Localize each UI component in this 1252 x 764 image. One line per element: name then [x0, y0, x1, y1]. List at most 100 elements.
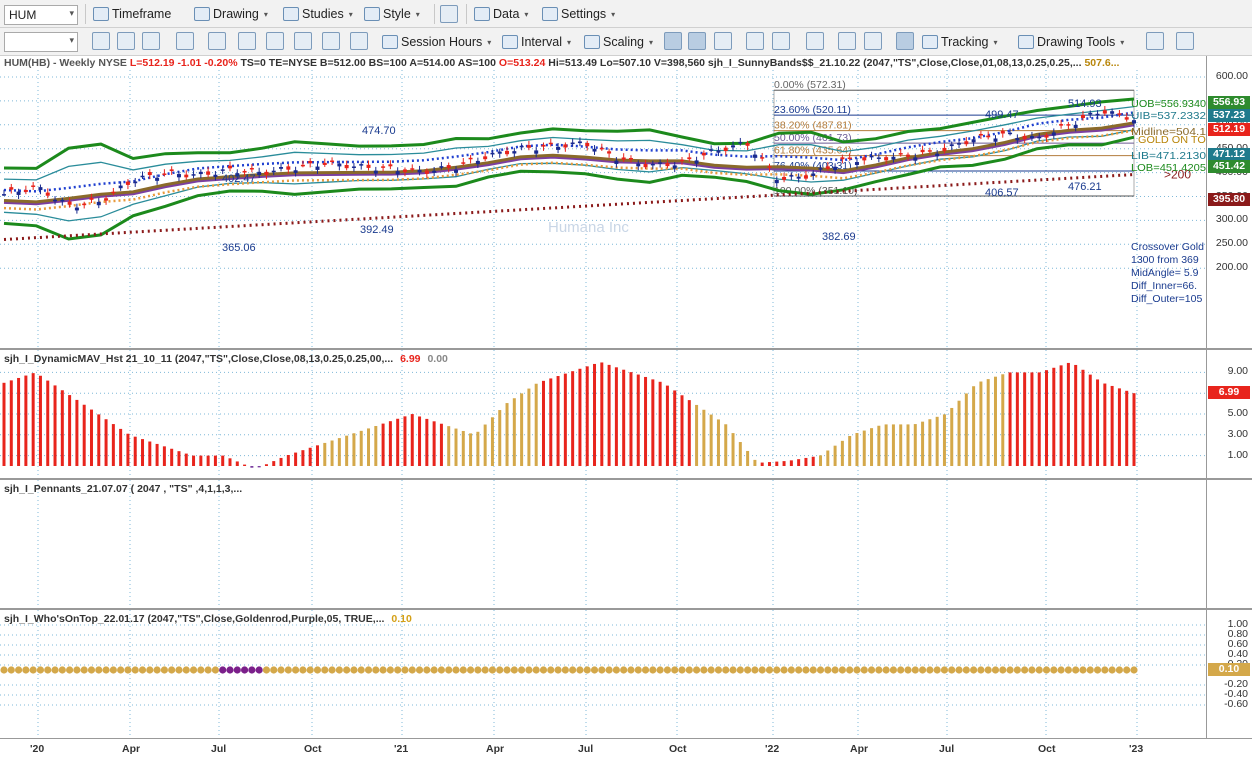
dmav-bar — [614, 367, 618, 466]
image-icon[interactable] — [238, 32, 256, 50]
price-axis[interactable]: 600.00550.00500.00450.00400.00350.00300.… — [1206, 56, 1252, 348]
dmav-bar — [855, 432, 859, 466]
wot-dot — [459, 666, 467, 674]
dmav-bar — [410, 414, 414, 466]
dmav-histogram[interactable] — [0, 350, 1206, 478]
wot-dot — [751, 666, 759, 674]
dmav-bar — [403, 416, 407, 466]
candle — [45, 192, 50, 196]
price-pane[interactable]: Humana Inc 0.00% (572.31) 23.60% (520.11) 3… — [0, 56, 1252, 348]
candle — [680, 159, 684, 162]
candlestick-icon[interactable] — [688, 32, 706, 50]
wot-dot — [313, 666, 322, 674]
wot-dot — [955, 666, 963, 674]
candle — [184, 174, 189, 178]
candle — [198, 171, 203, 175]
cursor-icon[interactable] — [208, 32, 226, 50]
dmav-bar — [848, 436, 852, 466]
drawing-tools-button[interactable]: Drawing Tools ▾ — [1018, 32, 1124, 52]
ohlc-icon[interactable] — [746, 32, 764, 50]
price-chart[interactable]: Humana Inc 0.00% (572.31) 23.60% (520.11) 3… — [0, 56, 1206, 348]
wot-dot — [824, 666, 832, 674]
line-icon[interactable] — [772, 32, 790, 50]
pennants-pane[interactable]: sjh_I_Pennants_21.07.07 ( 2047 , "TS" ,4… — [0, 480, 1252, 608]
wot-dot — [729, 666, 737, 674]
interval-button[interactable]: Interval ▾ — [502, 32, 571, 52]
wot-dot — [758, 666, 766, 674]
dmav-bar — [104, 419, 108, 466]
wot-dot — [175, 666, 183, 674]
trend-icon[interactable] — [1146, 32, 1164, 50]
dmav-axis[interactable]: 9.007.005.003.001.006.99 — [1206, 350, 1252, 478]
candle — [1008, 132, 1013, 135]
wot-dot — [350, 666, 358, 674]
dmav-bar — [1132, 393, 1136, 466]
grid-icon[interactable] — [142, 32, 160, 50]
zoom-icon[interactable] — [176, 32, 194, 50]
candle — [556, 146, 561, 150]
pennants-chart[interactable] — [0, 480, 1206, 608]
dmav-bar — [126, 433, 130, 466]
wot-chart[interactable] — [0, 610, 1206, 738]
dmav-bar — [483, 424, 487, 466]
dmav-bar — [884, 424, 888, 466]
data-button[interactable]: Data ▾ — [474, 4, 528, 24]
peak-label: 402.47 — [222, 173, 256, 185]
bar-chart-icon[interactable] — [664, 32, 682, 50]
secondary-symbol-input[interactable]: ▾ — [4, 32, 78, 52]
dmav-bar — [177, 451, 181, 466]
dmav-bar — [184, 453, 188, 466]
wot-pane[interactable]: sjh_I_Who'sOnTop_22.01.17 (2047,"TS",Clo… — [0, 610, 1252, 738]
scaling-button[interactable]: Scaling ▾ — [584, 32, 653, 52]
dmav-bar — [337, 438, 341, 466]
dmav-bar — [520, 393, 524, 466]
timeframe-button[interactable]: Timeframe — [93, 4, 171, 24]
zoom-in-icon[interactable] — [838, 32, 856, 50]
dmav-bar — [1037, 372, 1041, 466]
settings-small-icon[interactable] — [350, 32, 368, 50]
candle-hollow-icon[interactable] — [714, 32, 732, 50]
time-axis[interactable]: '20 Apr Jul Oct '21 Apr Jul Oct '22 Apr Jul Oct '23 — [0, 738, 1252, 764]
dmav-bar — [950, 407, 954, 466]
candle — [636, 163, 641, 167]
candle — [745, 142, 750, 146]
refresh-icon[interactable] — [92, 32, 110, 50]
symbol-input[interactable]: HUM ▾ — [4, 5, 78, 25]
style-button[interactable]: Style ▾ — [364, 4, 420, 24]
chevron-down-icon[interactable]: ▾ — [69, 8, 74, 19]
tracking-button[interactable]: Tracking ▾ — [922, 32, 997, 52]
wot-dot — [1086, 666, 1094, 674]
layout-icon[interactable] — [440, 5, 458, 23]
dmav-bar — [155, 443, 159, 466]
chart-edit-2-icon[interactable] — [294, 32, 312, 50]
candle — [1051, 132, 1056, 136]
settings-button[interactable]: Settings ▾ — [542, 4, 615, 24]
candle — [891, 156, 896, 160]
peak-label: 382.69 — [822, 231, 856, 243]
gauge-icon[interactable] — [1176, 32, 1194, 50]
wot-axis[interactable]: 1.000.800.600.400.20-0.20-0.40-0.600.10 — [1206, 610, 1252, 738]
studies-button[interactable]: Studies ▾ — [283, 4, 353, 24]
wot-dot — [29, 666, 37, 674]
dmav-bar — [192, 455, 196, 466]
chevron-down-icon[interactable]: ▾ — [69, 35, 74, 46]
wot-dot — [146, 666, 154, 674]
wot-dot — [1108, 666, 1116, 674]
separator — [466, 4, 467, 24]
dmav-pane[interactable]: sjh_I_DynamicMAV_Hst 21_10_11 (2047,"TS"… — [0, 350, 1252, 478]
wot-dot — [474, 666, 482, 674]
tools-icon[interactable] — [322, 32, 340, 50]
zoom-out-icon[interactable] — [864, 32, 882, 50]
candle — [2, 194, 6, 196]
wot-dot — [940, 666, 949, 674]
reload-icon[interactable] — [117, 32, 135, 50]
window-icon[interactable] — [806, 32, 824, 50]
drawing-button[interactable]: Drawing ▾ — [194, 4, 268, 24]
candle — [913, 157, 918, 161]
wot-dot — [394, 666, 402, 674]
chart-edit-icon[interactable] — [266, 32, 284, 50]
pennants-axis[interactable] — [1206, 480, 1252, 608]
session-hours-button[interactable]: Session Hours ▾ — [382, 32, 491, 52]
candle — [957, 143, 962, 145]
grid-view-icon[interactable] — [896, 32, 914, 50]
